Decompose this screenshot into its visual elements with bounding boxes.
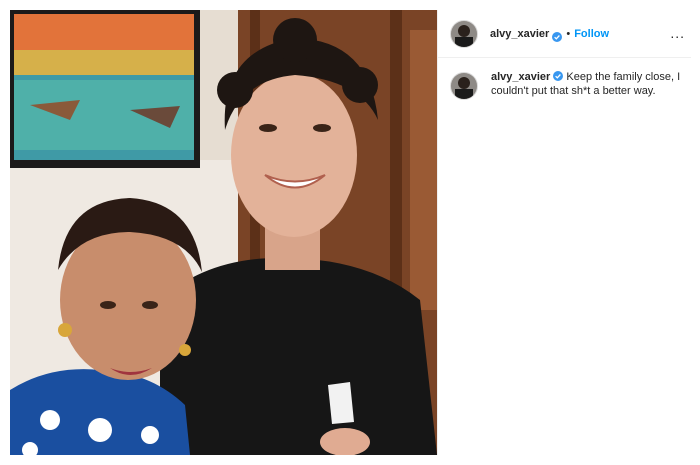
caption: alvy_xavier Keep the family close, I cou…: [438, 58, 691, 100]
caption-verified-badge-icon: [553, 71, 564, 81]
follow-button[interactable]: Follow: [574, 28, 609, 40]
post-header: alvy_xavier • Follow ...: [438, 10, 691, 58]
caption-avatar[interactable]: [450, 72, 478, 100]
caption-username-link[interactable]: alvy_xavier: [491, 71, 550, 83]
separator-dot: •: [566, 27, 571, 40]
post-sidebar: alvy_xavier • Follow ... alvy_xavier Kee…: [437, 10, 691, 455]
verified-badge-icon: [552, 29, 563, 42]
more-options-icon[interactable]: ...: [670, 26, 685, 40]
caption-text: alvy_xavier Keep the family close, I cou…: [491, 70, 681, 100]
username-link[interactable]: alvy_xavier: [490, 28, 549, 40]
instagram-post: alvy_xavier • Follow ... alvy_xavier Kee…: [0, 0, 700, 465]
avatar[interactable]: [450, 19, 478, 48]
post-photo[interactable]: [10, 10, 437, 455]
